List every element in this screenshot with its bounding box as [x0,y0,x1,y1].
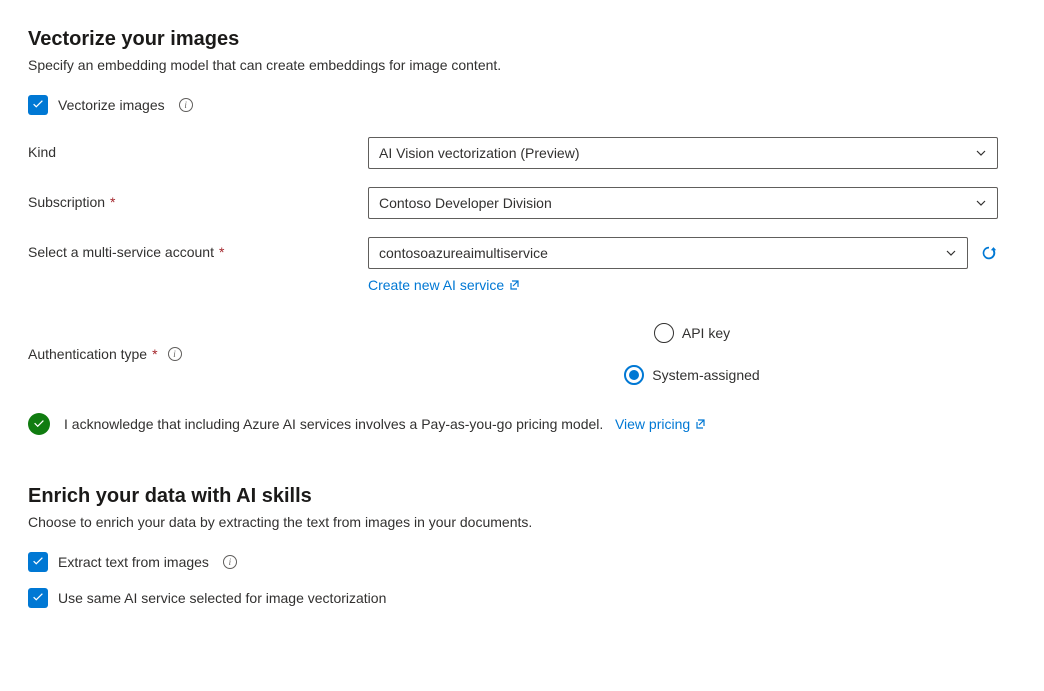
info-icon[interactable]: i [179,98,193,112]
subscription-value: Contoso Developer Division [379,195,552,211]
kind-label: Kind [28,144,56,160]
vectorize-images-label: Vectorize images [58,97,165,113]
acknowledge-text: I acknowledge that including Azure AI se… [64,416,603,432]
chevron-down-icon [945,247,957,259]
auth-radio-system-assigned[interactable]: System-assigned [624,365,759,385]
check-icon [31,555,45,569]
kind-select[interactable]: AI Vision vectorization (Preview) [368,137,998,169]
auth-type-label: Authentication type [28,346,147,362]
info-icon[interactable]: i [168,347,182,361]
refresh-icon[interactable] [980,244,998,262]
section-heading-enrich: Enrich your data with AI skills [28,485,1016,508]
external-link-icon [508,279,520,291]
create-new-ai-service-link[interactable]: Create new AI service [368,277,998,293]
auth-apikey-label: API key [682,325,730,341]
external-link-icon [694,418,706,430]
chevron-down-icon [975,147,987,159]
acknowledge-check-icon [28,413,50,435]
required-asterisk: * [219,244,224,260]
subscription-select[interactable]: Contoso Developer Division [368,187,998,219]
auth-radio-apikey[interactable]: API key [654,323,730,343]
use-same-service-checkbox[interactable] [28,588,48,608]
radio-checked-icon [624,365,644,385]
extract-text-label: Extract text from images [58,554,209,570]
kind-value: AI Vision vectorization (Preview) [379,145,579,161]
view-pricing-text: View pricing [615,416,690,432]
use-same-service-label: Use same AI service selected for image v… [58,590,386,606]
vectorize-images-checkbox[interactable] [28,95,48,115]
required-asterisk: * [110,194,115,210]
multiservice-label: Select a multi-service account [28,244,214,260]
multiservice-value: contosoazureaimultiservice [379,245,548,261]
radio-unchecked-icon [654,323,674,343]
check-icon [31,591,45,605]
required-asterisk: * [152,346,157,362]
create-new-link-text: Create new AI service [368,277,504,293]
check-icon [31,98,45,112]
info-icon[interactable]: i [223,555,237,569]
extract-text-checkbox[interactable] [28,552,48,572]
view-pricing-link[interactable]: View pricing [615,416,706,432]
subscription-label: Subscription [28,194,105,210]
multiservice-select[interactable]: contosoazureaimultiservice [368,237,968,269]
section-subtitle-vectorize: Specify an embedding model that can crea… [28,57,1016,73]
section-subtitle-enrich: Choose to enrich your data by extracting… [28,514,1016,530]
section-heading-vectorize: Vectorize your images [28,28,1016,51]
auth-sysassigned-label: System-assigned [652,367,759,383]
chevron-down-icon [975,197,987,209]
